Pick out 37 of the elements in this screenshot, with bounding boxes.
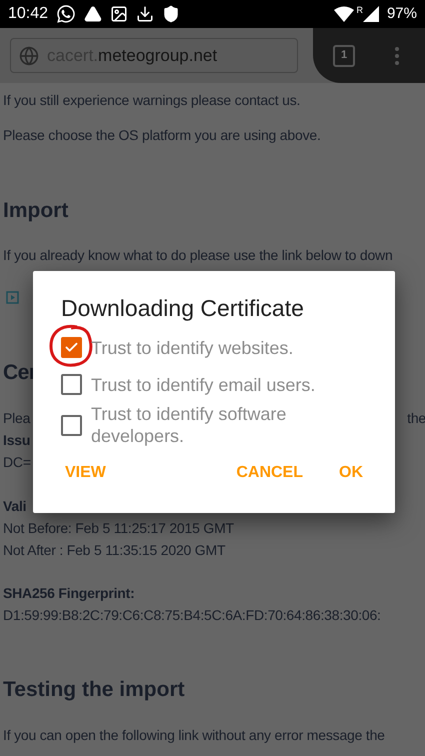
paragraph-text: Please choose the OS platform you are using above.	[3, 126, 321, 145]
section-heading: Import	[3, 198, 68, 224]
paragraph-text: Plea	[3, 409, 30, 428]
tab-switcher-button[interactable]: 1	[333, 44, 355, 66]
paragraph-text: If you can open the following link without any error message the	[3, 726, 385, 745]
status-time: 10:42	[8, 4, 48, 24]
shield-icon	[162, 5, 180, 23]
paragraph-text: the	[407, 409, 425, 428]
section-heading: Testing the import	[3, 677, 185, 703]
paragraph-text: D1:59:99:B8:2C:79:C6:C8:75:B4:5C:6A:FD:70:64:86:38:30:06:	[3, 606, 381, 625]
paragraph-text: If you still experience warnings please contact us.	[3, 91, 300, 110]
chat-icon	[56, 4, 76, 24]
paragraph-text: Issu	[3, 431, 30, 450]
paragraph-text: If you already know what to do please use the link below to down	[3, 246, 393, 265]
checkbox[interactable]	[61, 374, 82, 395]
warning-icon	[84, 5, 102, 23]
dialog-title: Downloading Certificate	[61, 294, 304, 323]
download-icon	[136, 5, 154, 23]
paragraph-text: Vali	[3, 497, 26, 516]
paragraph-text: SHA256 Fingerprint:	[3, 584, 135, 603]
paragraph-text: Not After : Feb 5 11:35:15 2020 GMT	[3, 541, 226, 560]
option-label[interactable]: Trust to identify email users.	[91, 374, 341, 396]
wifi-icon	[334, 6, 354, 22]
section-heading: Cer	[3, 360, 37, 386]
option-label[interactable]: Trust to identify software developers.	[91, 403, 341, 447]
dialog-button[interactable]: OK	[327, 455, 375, 491]
dialog-button[interactable]: VIEW	[53, 455, 118, 491]
checkbox[interactable]	[61, 414, 82, 436]
globe-icon	[19, 46, 39, 66]
dialog-button[interactable]: CANCEL	[224, 455, 315, 491]
image-icon	[110, 5, 128, 23]
battery-level: 97%	[386, 4, 417, 24]
roaming-indicator: R	[356, 4, 363, 17]
checkbox[interactable]	[61, 337, 82, 358]
paragraph-text: DC=	[3, 453, 31, 472]
signal-icon	[362, 6, 379, 22]
paragraph-text: Not Before: Feb 5 11:25:17 2015 GMT	[3, 519, 234, 538]
